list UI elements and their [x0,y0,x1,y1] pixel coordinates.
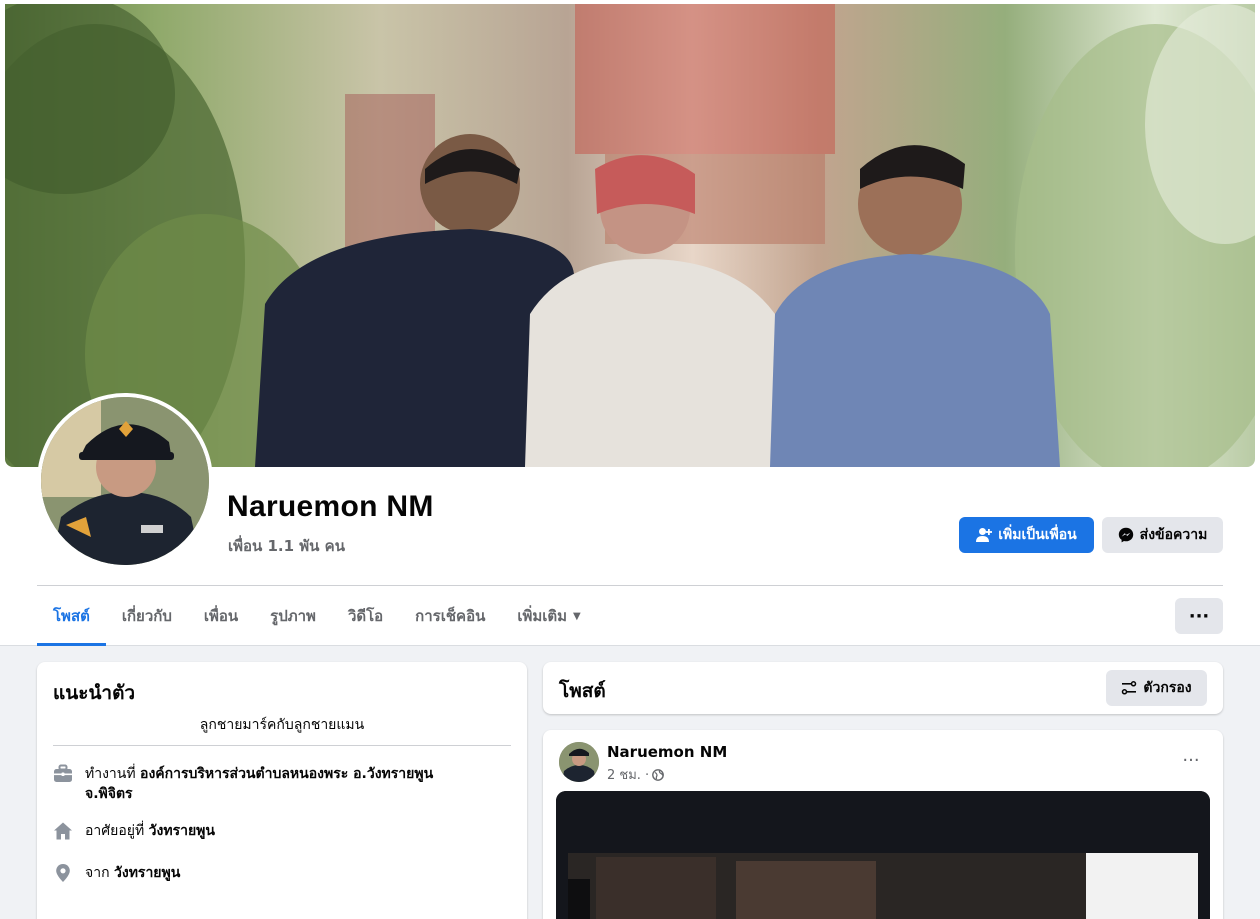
intro-from-row: จาก วังทรายพูน [53,863,483,883]
post-video-frame [556,791,1210,919]
profile-picture[interactable] [41,397,209,565]
profile-name: Naruemon NM [227,490,434,523]
intro-card: แนะนำตัว ลูกชายมาร์คกับลูกชายแมน ทำงานที… [37,662,527,919]
intro-from-text: จาก วังทรายพูน [85,863,180,883]
profile-header: Naruemon NM เพื่อน 1.1 พัน คน เพิ่มเป็นเ… [0,0,1260,646]
add-friend-icon [976,528,993,542]
tab-checkins-label: การเช็คอิน [415,607,486,625]
post-card: Naruemon NM 2 ชม. · ··· [543,730,1223,919]
globe-icon [652,768,665,781]
filter-button[interactable]: ตัวกรอง [1106,670,1207,706]
post-video[interactable] [556,791,1210,919]
intro-bio: ลูกชายมาร์คกับลูกชายแมน [199,717,365,733]
tab-about-label: เกี่ยวกับ [121,607,172,625]
more-options-icon: ··· [1188,605,1210,627]
intro-lives-text: อาศัยอยู่ที่ วังทรายพูน [85,821,215,841]
intro-work-place[interactable]: องค์การบริหารส่วนตำบลหนองพระ อ.วังทรายพู… [85,766,433,802]
intro-work-text: ทำงานที่ องค์การบริหารส่วนตำบลหนองพระ อ.… [85,764,483,804]
profile-picture-illustration [41,397,209,565]
post-author-name[interactable]: Naruemon NM [607,743,727,761]
profile-tabs: โพสต์ เกี่ยวกับ เพื่อน รูปภาพ วิดีโอ การ… [37,586,597,646]
chevron-down-icon: ▼ [573,610,581,622]
message-label: ส่งข้อความ [1139,527,1208,543]
friends-count[interactable]: เพื่อน 1.1 พัน คน [228,534,345,558]
tab-photos[interactable]: รูปภาพ [254,586,332,646]
message-button[interactable]: ส่งข้อความ [1102,517,1223,553]
intro-from-prefix: จาก [85,865,110,881]
profile-more-button[interactable]: ··· [1175,598,1223,634]
post-time-text: 2 ชม. · [607,768,650,783]
intro-title: แนะนำตัว [53,682,136,704]
tab-photos-label: รูปภาพ [270,607,316,625]
tab-about[interactable]: เกี่ยวกับ [106,586,188,646]
intro-work-prefix: ทำงานที่ [85,766,136,782]
tab-posts[interactable]: โพสต์ [37,586,106,646]
add-friend-button[interactable]: เพิ่มเป็นเพื่อน [959,517,1094,553]
cover-photo[interactable] [5,4,1255,467]
filter-label: ตัวกรอง [1143,680,1192,696]
intro-lives-prefix: อาศัยอยู่ที่ [85,823,145,839]
tab-checkins[interactable]: การเช็คอิน [399,586,501,646]
location-pin-icon [56,864,70,882]
tab-friends[interactable]: เพื่อน [188,586,254,646]
tab-more-label: เพิ่มเติม [517,607,568,625]
intro-lives-place[interactable]: วังทรายพูน [149,823,215,839]
tab-friends-label: เพื่อน [203,607,239,625]
add-friend-label: เพิ่มเป็นเพื่อน [998,527,1077,543]
more-options-icon: ··· [1182,749,1200,771]
post-more-button[interactable]: ··· [1173,748,1209,772]
tab-videos-label: วิดีโอ [347,607,384,625]
intro-lives-row: อาศัยอยู่ที่ วังทรายพูน [53,821,483,841]
filter-sliders-icon [1122,681,1137,695]
intro-divider [53,745,511,746]
tab-videos[interactable]: วิดีโอ [332,586,399,646]
post-author-avatar[interactable] [559,742,599,782]
intro-from-place[interactable]: วังทรายพูน [114,865,180,881]
tab-more[interactable]: เพิ่มเติม ▼ [501,586,596,646]
briefcase-icon [54,764,72,782]
profile-picture-frame[interactable] [37,393,213,569]
cover-photo-illustration [5,4,1255,467]
tab-posts-label: โพสต์ [53,607,90,625]
post-author-avatar-illustration [559,742,599,782]
home-icon [54,822,72,840]
intro-work-row: ทำงานที่ องค์การบริหารส่วนตำบลหนองพระ อ.… [53,764,483,804]
post-timestamp[interactable]: 2 ชม. · [607,764,665,785]
posts-title: โพสต์ [559,680,606,702]
messenger-icon [1118,527,1133,543]
posts-header-card: โพสต์ ตัวกรอง [543,662,1223,714]
